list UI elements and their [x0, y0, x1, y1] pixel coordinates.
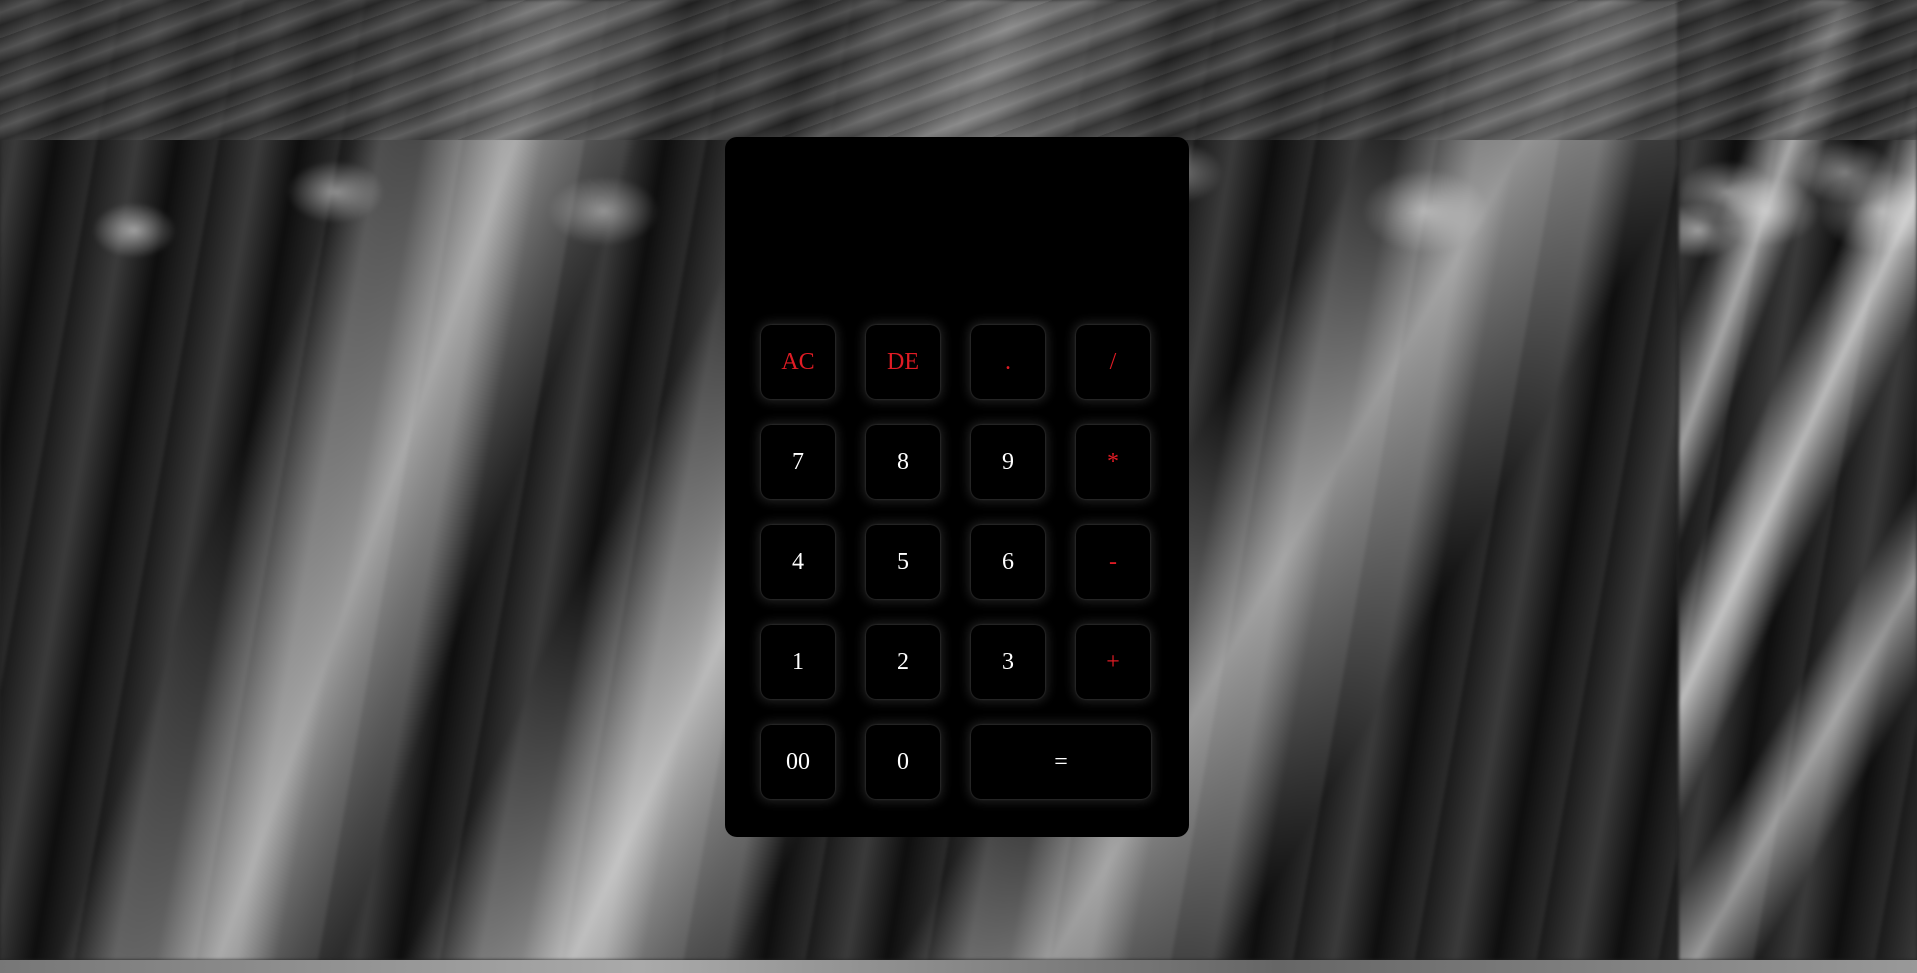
- digit-3-button[interactable]: 3: [971, 625, 1045, 699]
- delete-button[interactable]: DE: [866, 325, 940, 399]
- digit-8-button[interactable]: 8: [866, 425, 940, 499]
- digit-9-button[interactable]: 9: [971, 425, 1045, 499]
- calculator-display[interactable]: [761, 157, 1157, 279]
- digit-7-button[interactable]: 7: [761, 425, 835, 499]
- plus-button[interactable]: +: [1076, 625, 1150, 699]
- calculator: AC DE . / 7 8 9 * 4 5 6 - 1 2 3 + 00 0 =: [725, 137, 1189, 837]
- digit-4-button[interactable]: 4: [761, 525, 835, 599]
- digit-2-button[interactable]: 2: [866, 625, 940, 699]
- digit-6-button[interactable]: 6: [971, 525, 1045, 599]
- multiply-button[interactable]: *: [1076, 425, 1150, 499]
- background-bottom-strip: [0, 960, 1917, 973]
- minus-button[interactable]: -: [1076, 525, 1150, 599]
- digit-5-button[interactable]: 5: [866, 525, 940, 599]
- all-clear-button[interactable]: AC: [761, 325, 835, 399]
- background-top-texture: [0, 0, 1917, 140]
- digit-0-button[interactable]: 0: [866, 725, 940, 799]
- digit-1-button[interactable]: 1: [761, 625, 835, 699]
- background-panel-right: [1679, 0, 1917, 960]
- divide-button[interactable]: /: [1076, 325, 1150, 399]
- double-zero-button[interactable]: 00: [761, 725, 835, 799]
- decimal-point-button[interactable]: .: [971, 325, 1045, 399]
- equals-button[interactable]: =: [971, 725, 1151, 799]
